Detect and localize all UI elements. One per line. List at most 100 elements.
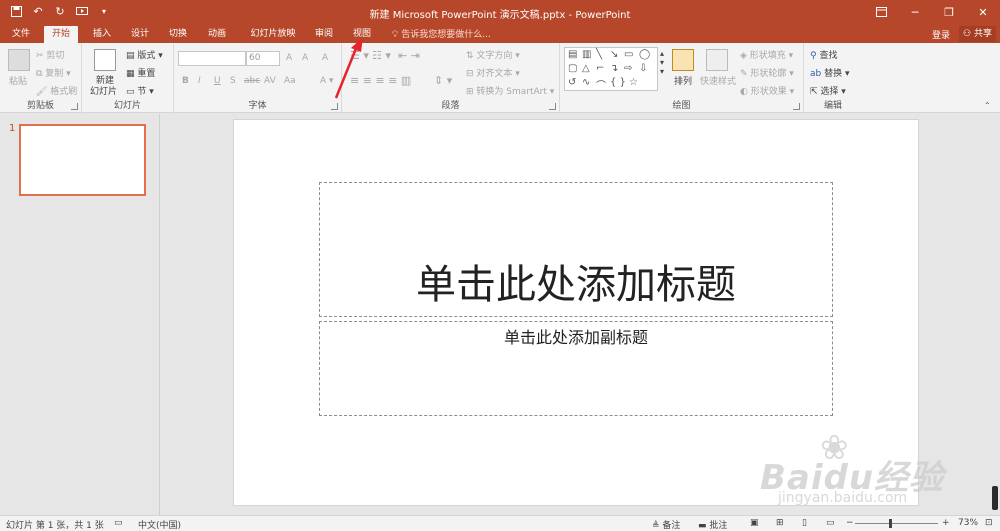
group-label: 字体	[248, 101, 267, 111]
underline-button[interactable]: U	[214, 76, 221, 86]
strikethrough-button[interactable]: abc	[244, 76, 260, 86]
shape-effects-button[interactable]: ◐ 形状效果 ▾	[740, 84, 794, 97]
spellcheck-icon[interactable]: ▭	[114, 518, 123, 528]
subtitle-placeholder[interactable]: 单击此处添加副标题	[319, 321, 833, 416]
share-button[interactable]: ⚇ 共享	[959, 26, 996, 42]
line-shape-icon[interactable]: ╲	[596, 49, 602, 60]
close-icon[interactable]: ✕	[966, 0, 1000, 24]
loop-shape-icon[interactable]: ↺	[568, 77, 576, 88]
curve-shape-icon[interactable]: ⌒	[596, 77, 606, 92]
cut-button[interactable]: ✂ 剪切	[36, 48, 64, 61]
arrange-button[interactable]: 排列	[674, 74, 692, 87]
star-shape-icon[interactable]: ☆	[629, 77, 638, 88]
paste-button[interactable]: 粘贴	[9, 74, 27, 87]
find-button[interactable]: ⚲ 查找	[810, 48, 837, 61]
align-text-button[interactable]: ⊟ 对齐文本 ▾	[466, 66, 520, 79]
zoom-level[interactable]: 73%	[958, 518, 978, 528]
tab-transitions[interactable]: 切换	[162, 26, 194, 43]
comments-button[interactable]: ▬ 批注	[698, 518, 727, 531]
change-case-button[interactable]: Aa	[284, 76, 296, 86]
quick-styles-icon[interactable]	[706, 49, 728, 71]
triangle-shape-icon[interactable]: △	[582, 63, 590, 74]
slideshow-view-icon[interactable]: ▭	[826, 518, 835, 528]
shadow-button[interactable]: S	[230, 76, 236, 86]
italic-button[interactable]: I	[198, 76, 201, 86]
elbow-shape-icon[interactable]: ⌐	[596, 63, 604, 74]
collapse-ribbon-icon[interactable]: ⌃	[984, 101, 991, 110]
brace-shape-icon[interactable]: { }	[610, 77, 626, 88]
notes-button[interactable]: ≜ 备注	[652, 518, 680, 531]
gallery-scroll-icon[interactable]: ▴ ▾ ▾	[660, 49, 664, 76]
numbering-icon[interactable]: ☷ ▾	[372, 49, 391, 62]
ribbon-display-icon[interactable]	[864, 0, 898, 24]
section-icon: ▭	[126, 87, 138, 97]
language-indicator[interactable]: 中文(中国)	[138, 518, 181, 531]
connector-shape-icon[interactable]: ↴	[610, 63, 618, 74]
ribbon-tabs: 文件 开始 插入 设计 切换 动画 幻灯片放映 审阅 视图 💡︎ 告诉我您想要做…	[0, 24, 1000, 43]
char-spacing-button[interactable]: AV	[264, 76, 276, 86]
reading-view-icon[interactable]: ▯	[802, 518, 807, 528]
new-slide-label-2[interactable]: 幻灯片	[90, 84, 117, 97]
arrow-line-shape-icon[interactable]: ↘	[610, 49, 618, 60]
copy-button[interactable]: ⧉ 复制 ▾	[36, 66, 71, 79]
textbox-shape-icon[interactable]: ▤	[568, 49, 577, 60]
slide-sorter-view-icon[interactable]: ⊞	[776, 518, 784, 528]
oval-shape-icon[interactable]: ◯	[639, 49, 650, 60]
minimize-icon[interactable]: ─	[898, 0, 932, 24]
dialog-launcher-icon[interactable]	[793, 103, 800, 110]
tab-insert[interactable]: 插入	[86, 26, 118, 43]
rectangle-shape-icon[interactable]: ▭	[624, 49, 633, 60]
squiggle-shape-icon[interactable]: ∿	[582, 77, 590, 88]
clear-format-button[interactable]: A	[322, 53, 328, 63]
ribbon: 粘贴 ✂ 剪切 ⧉ 复制 ▾ 🖌︎ 格式刷 剪贴板 新建 幻灯片 ▤ 版式 ▾ …	[0, 43, 1000, 113]
indent-icon[interactable]: ⇤ ⇥	[398, 49, 420, 62]
login-link[interactable]: 登录	[932, 28, 950, 41]
shape-outline-button[interactable]: ✎ 形状轮廓 ▾	[740, 66, 794, 79]
tab-file[interactable]: 文件	[6, 26, 36, 43]
dialog-launcher-icon[interactable]	[549, 103, 556, 110]
tab-home[interactable]: 开始	[44, 26, 78, 43]
font-size-combo[interactable]: 60	[246, 51, 280, 66]
fit-to-window-icon[interactable]: ⊡	[985, 518, 993, 528]
arrange-icon[interactable]	[672, 49, 694, 71]
restore-icon[interactable]: ❐	[932, 0, 966, 24]
select-button[interactable]: ⇱ 选择 ▾	[810, 84, 846, 97]
layout-button[interactable]: ▤ 版式 ▾	[126, 48, 163, 61]
tell-me-box[interactable]: 💡︎ 告诉我您想要做什么...	[392, 27, 491, 40]
dialog-launcher-icon[interactable]	[71, 103, 78, 110]
quick-styles-button[interactable]: 快速样式	[700, 74, 736, 87]
line-spacing-icon[interactable]: ⇕ ▾	[434, 74, 452, 87]
shapes-gallery[interactable]: ▤ ▥ ╲ ↘ ▭ ◯ ▢ △ ⌐ ↴ ⇨ ⇩ ↺ ∿ ⌒ { } ☆	[564, 47, 658, 92]
rect2-shape-icon[interactable]: ▢	[568, 63, 577, 74]
grow-font-button[interactable]: A	[286, 53, 292, 63]
shrink-font-button[interactable]: A	[302, 53, 308, 63]
bold-button[interactable]: B	[182, 76, 189, 86]
watermark-url: jingyan.baidu.com	[778, 490, 908, 506]
down-arrow-shape-icon[interactable]: ⇩	[639, 63, 647, 74]
zoom-out-icon[interactable]: −	[846, 518, 854, 528]
font-name-combo[interactable]	[178, 51, 246, 66]
text-direction-button[interactable]: ⇅ 文字方向 ▾	[466, 48, 520, 61]
zoom-slider-track[interactable]	[855, 523, 938, 524]
tab-slide-show[interactable]: 幻灯片放映	[240, 26, 306, 43]
zoom-in-icon[interactable]: +	[942, 518, 950, 528]
zoom-slider-knob[interactable]	[889, 519, 892, 528]
tab-animations[interactable]: 动画	[200, 26, 234, 43]
slide-thumbnail[interactable]	[19, 124, 146, 196]
normal-view-icon[interactable]: ▣	[750, 518, 759, 528]
replace-button[interactable]: ab 替换 ▾	[810, 66, 850, 79]
paste-icon[interactable]	[8, 49, 30, 71]
vertical-scrollbar[interactable]	[990, 114, 1000, 515]
format-painter-button[interactable]: 🖌︎ 格式刷	[36, 84, 77, 97]
new-slide-icon[interactable]	[94, 49, 116, 71]
smartart-button[interactable]: ⊞ 转换为 SmartArt ▾	[466, 84, 554, 97]
right-arrow-shape-icon[interactable]: ⇨	[624, 63, 632, 74]
vtextbox-shape-icon[interactable]: ▥	[582, 49, 591, 60]
shape-fill-button[interactable]: ◈ 形状填充 ▾	[740, 48, 793, 61]
scrollbar-thumb[interactable]	[992, 486, 998, 510]
title-placeholder[interactable]: 单击此处添加标题	[319, 182, 833, 317]
tab-design[interactable]: 设计	[124, 26, 156, 43]
reset-button[interactable]: ▦ 重置	[126, 66, 155, 79]
dialog-launcher-icon[interactable]	[331, 103, 338, 110]
section-button[interactable]: ▭ 节 ▾	[126, 84, 154, 97]
